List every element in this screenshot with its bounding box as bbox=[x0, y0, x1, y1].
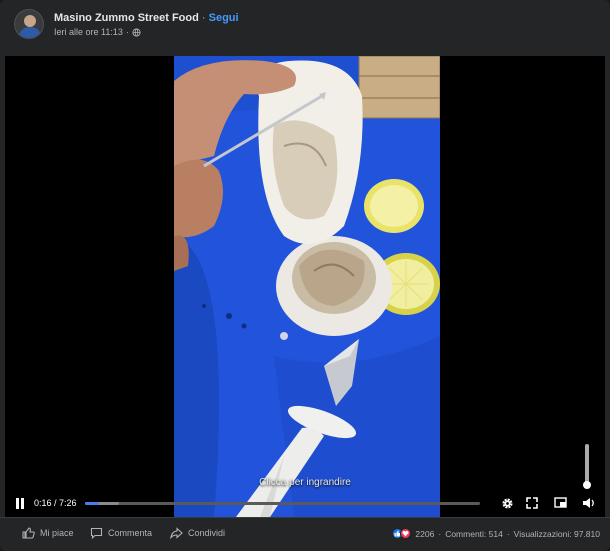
share-button[interactable]: Condividi bbox=[170, 527, 225, 539]
page-name-line: Masino Zummo Street Food · Segui bbox=[54, 12, 239, 24]
name-separator: · bbox=[198, 12, 209, 24]
duration: 7:26 bbox=[59, 498, 77, 508]
post-header: Masino Zummo Street Food · Segui Ieri al… bbox=[0, 0, 610, 56]
expand-icon[interactable] bbox=[525, 496, 539, 510]
video-controls: 0:16 / 7:26 bbox=[5, 490, 605, 517]
comment-label: Commenta bbox=[108, 528, 153, 538]
reaction-icons[interactable] bbox=[392, 528, 412, 539]
meta-dot: · bbox=[125, 27, 129, 37]
video-player[interactable]: Clicca per ingrandire 0:16 / 7:26 bbox=[5, 56, 605, 517]
current-time: 0:16 bbox=[34, 498, 52, 508]
post-footer: Mi piace Commenta Condividi 2206 · Comme… bbox=[0, 517, 610, 551]
thumbs-up-icon bbox=[22, 527, 35, 539]
post-card: Masino Zummo Street Food · Segui Ieri al… bbox=[0, 0, 610, 551]
progress-fill bbox=[85, 502, 100, 505]
comment-icon bbox=[90, 527, 103, 539]
follow-button[interactable]: Segui bbox=[209, 12, 239, 24]
like-label: Mi piace bbox=[40, 528, 74, 538]
post-meta: Ieri alle ore 11:13 · bbox=[54, 27, 141, 37]
picture-in-picture-icon[interactable] bbox=[553, 496, 567, 510]
video-frame bbox=[174, 56, 440, 517]
comments-count[interactable]: Commenti: 514 bbox=[445, 529, 503, 539]
time-separator: / bbox=[51, 498, 60, 508]
views-count: Visualizzazioni: 97.810 bbox=[513, 528, 600, 539]
avatar[interactable] bbox=[14, 9, 44, 39]
comment-button[interactable]: Commenta bbox=[90, 527, 152, 539]
stats-dot-2: · bbox=[506, 528, 510, 539]
share-label: Condividi bbox=[188, 528, 226, 538]
share-icon bbox=[170, 527, 183, 539]
love-reaction-icon bbox=[400, 528, 412, 539]
reaction-count[interactable]: 2206 bbox=[415, 529, 434, 539]
globe-icon bbox=[132, 27, 141, 37]
post-stats: 2206 · Commenti: 514 · Visualizzazioni: … bbox=[392, 528, 600, 539]
post-timestamp[interactable]: Ieri alle ore 11:13 bbox=[54, 27, 123, 37]
volume-icon[interactable] bbox=[581, 496, 595, 510]
page-name[interactable]: Masino Zummo Street Food bbox=[54, 12, 199, 24]
gear-icon[interactable] bbox=[500, 496, 514, 510]
pause-icon[interactable] bbox=[13, 496, 27, 510]
like-button[interactable]: Mi piace bbox=[22, 527, 74, 539]
time-display: 0:16 / 7:26 bbox=[34, 498, 77, 508]
enlarge-caption[interactable]: Clicca per ingrandire bbox=[5, 477, 605, 488]
volume-slider-knob[interactable] bbox=[583, 481, 591, 489]
volume-slider[interactable] bbox=[583, 444, 591, 489]
progress-bar[interactable] bbox=[85, 502, 480, 505]
stats-dot-1: · bbox=[438, 528, 442, 539]
